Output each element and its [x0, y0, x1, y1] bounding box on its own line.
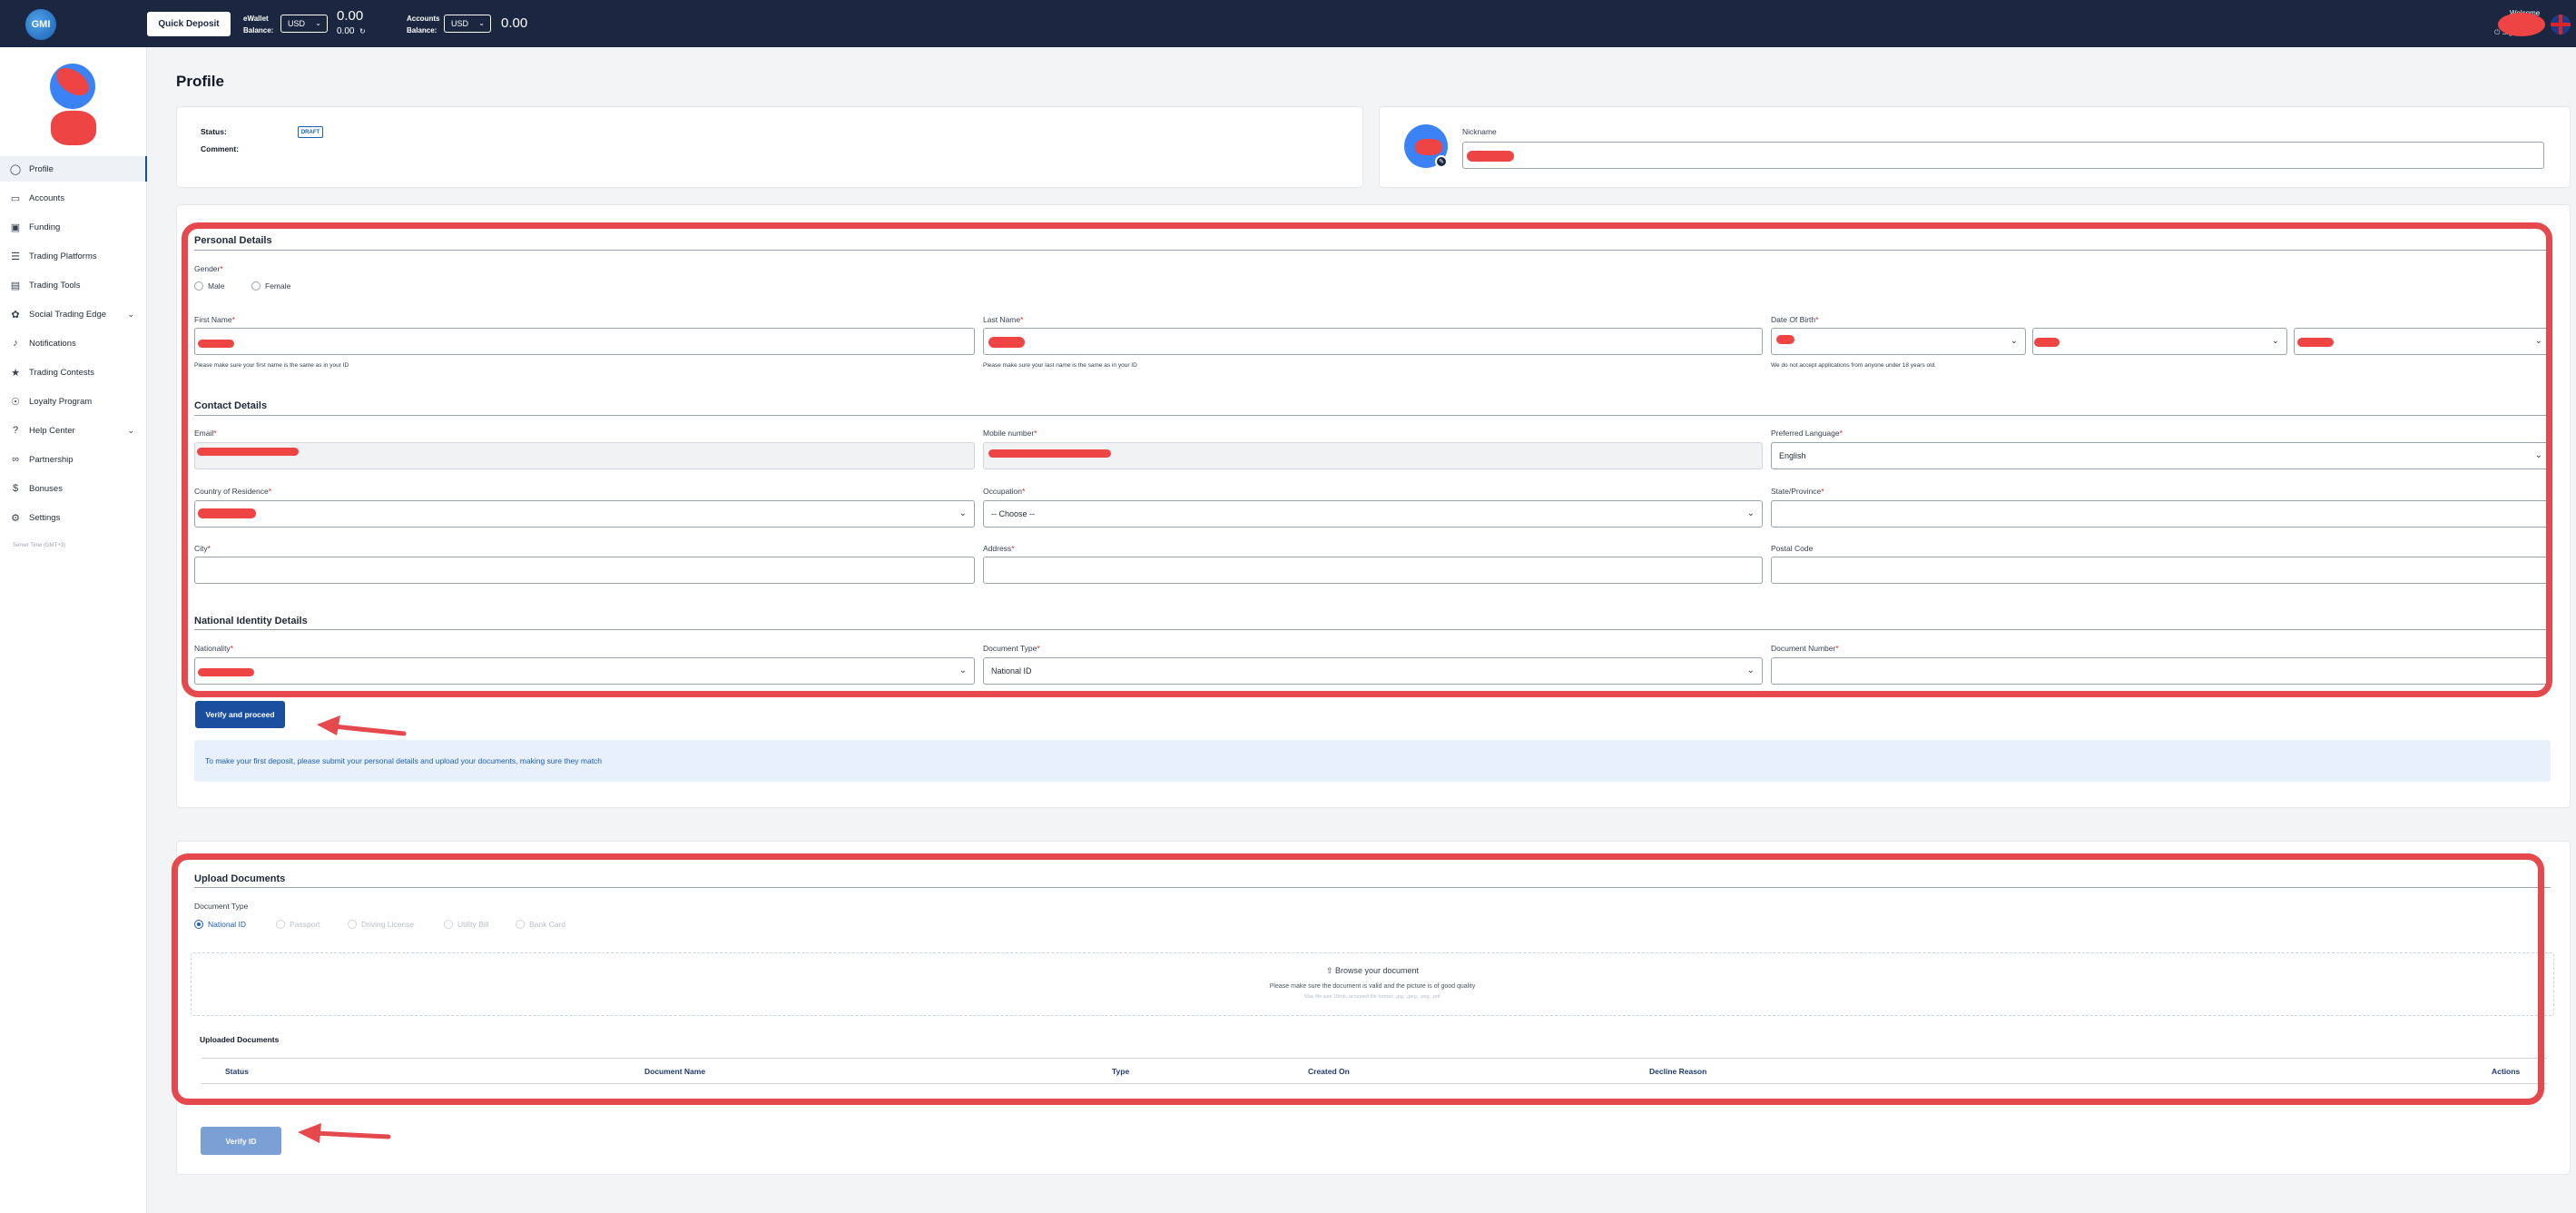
- sidebar-item-help-center[interactable]: ? Help Center ⌄: [0, 418, 147, 443]
- layers-icon: ☰: [11, 251, 20, 262]
- ewallet-balance: 0.00: [337, 8, 364, 24]
- sidebar-item-trading-contests[interactable]: ★ Trading Contests: [0, 360, 147, 385]
- ewallet-balance-label: eWallet Balance:: [243, 15, 274, 35]
- wallet-icon: ▣: [10, 222, 21, 233]
- annotation-highlight-upload: [172, 853, 2544, 1105]
- chevron-down-icon: ⌄: [315, 19, 321, 27]
- user-icon: ◯: [9, 163, 22, 175]
- quick-deposit-button[interactable]: Quick Deposit: [147, 12, 231, 36]
- sidebar-item-trading-tools[interactable]: ▤ Trading Tools: [0, 272, 147, 298]
- uk-flag-icon[interactable]: [2551, 15, 2571, 35]
- page-title: Profile: [176, 73, 224, 90]
- bell-icon: ♪: [13, 338, 18, 349]
- network-icon: ✿: [11, 309, 20, 321]
- nickname-label: Nickname: [1462, 127, 1497, 136]
- accounts-balance: 0.00: [501, 15, 528, 31]
- handshake-icon: ∞: [12, 454, 19, 465]
- ewallet-secondary-balance: 0.00: [337, 26, 355, 36]
- chevron-down-icon: ⌄: [478, 19, 485, 27]
- edit-avatar-icon[interactable]: ✎: [1435, 155, 1448, 168]
- card-icon: ▭: [10, 192, 21, 204]
- gmi-logo[interactable]: GMI: [25, 9, 56, 40]
- server-time: Server Time (GMT+3): [13, 543, 66, 548]
- sidebar-item-profile[interactable]: ◯ Profile: [0, 156, 147, 182]
- verify-id-button[interactable]: Verify ID: [201, 1127, 281, 1155]
- chevron-down-icon: ⌄: [127, 425, 134, 435]
- status-card: [176, 106, 1363, 188]
- trophy-icon: ★: [11, 367, 20, 379]
- annotation-arrow-verify: [317, 715, 407, 736]
- nickname-input[interactable]: [1462, 142, 2544, 169]
- ewallet-currency-select[interactable]: USD ⌄: [280, 15, 328, 33]
- toolbox-icon: ▤: [10, 280, 21, 291]
- gear-icon: ⚙: [11, 512, 20, 524]
- badge-icon: ☉: [11, 396, 20, 408]
- sidebar-item-trading-platforms[interactable]: ☰ Trading Platforms: [0, 243, 147, 269]
- sidebar-item-partnership[interactable]: ∞ Partnership: [0, 447, 147, 472]
- sidebar: ◯ Profile ▭ Accounts ▣ Funding ☰ Trading Pla…: [0, 47, 147, 1213]
- deposit-info-message: To make your first deposit, please submi…: [194, 740, 2551, 782]
- help-icon: ?: [12, 425, 19, 436]
- annotation-arrow-verify-id: [298, 1123, 391, 1143]
- sidebar-item-notifications[interactable]: ♪ Notifications: [0, 330, 147, 356]
- refresh-icon[interactable]: ↻: [359, 27, 366, 35]
- sidebar-item-accounts[interactable]: ▭ Accounts: [0, 185, 147, 211]
- sidebar-item-social-trading-edge[interactable]: ✿ Social Trading Edge ⌄: [0, 301, 147, 327]
- redaction-mark: [1467, 151, 1514, 162]
- sidebar-item-bonuses[interactable]: $ Bonuses: [0, 476, 147, 501]
- sidebar-item-loyalty-program[interactable]: ☉ Loyalty Program: [0, 389, 147, 414]
- accounts-currency-select[interactable]: USD ⌄: [444, 15, 491, 33]
- chevron-down-icon: ⌄: [127, 309, 134, 319]
- sidebar-item-settings[interactable]: ⚙ Settings: [0, 505, 147, 530]
- annotation-highlight-personal: [182, 222, 2552, 697]
- comment-label: Comment:: [201, 144, 240, 153]
- dollar-icon: $: [12, 483, 19, 494]
- verify-and-proceed-button[interactable]: Verify and proceed: [195, 701, 285, 728]
- status-badge: DRAFT: [298, 126, 323, 138]
- sidebar-item-funding[interactable]: ▣ Funding: [0, 214, 147, 240]
- redaction-mark: [2498, 13, 2545, 36]
- redaction-mark: [51, 111, 96, 145]
- status-label: Status:: [201, 127, 227, 136]
- accounts-balance-label: Accounts Balance:: [407, 15, 440, 35]
- user-avatar: [50, 64, 95, 109]
- top-bar: GMI Quick Deposit eWallet Balance: USD ⌄ …: [0, 0, 2576, 47]
